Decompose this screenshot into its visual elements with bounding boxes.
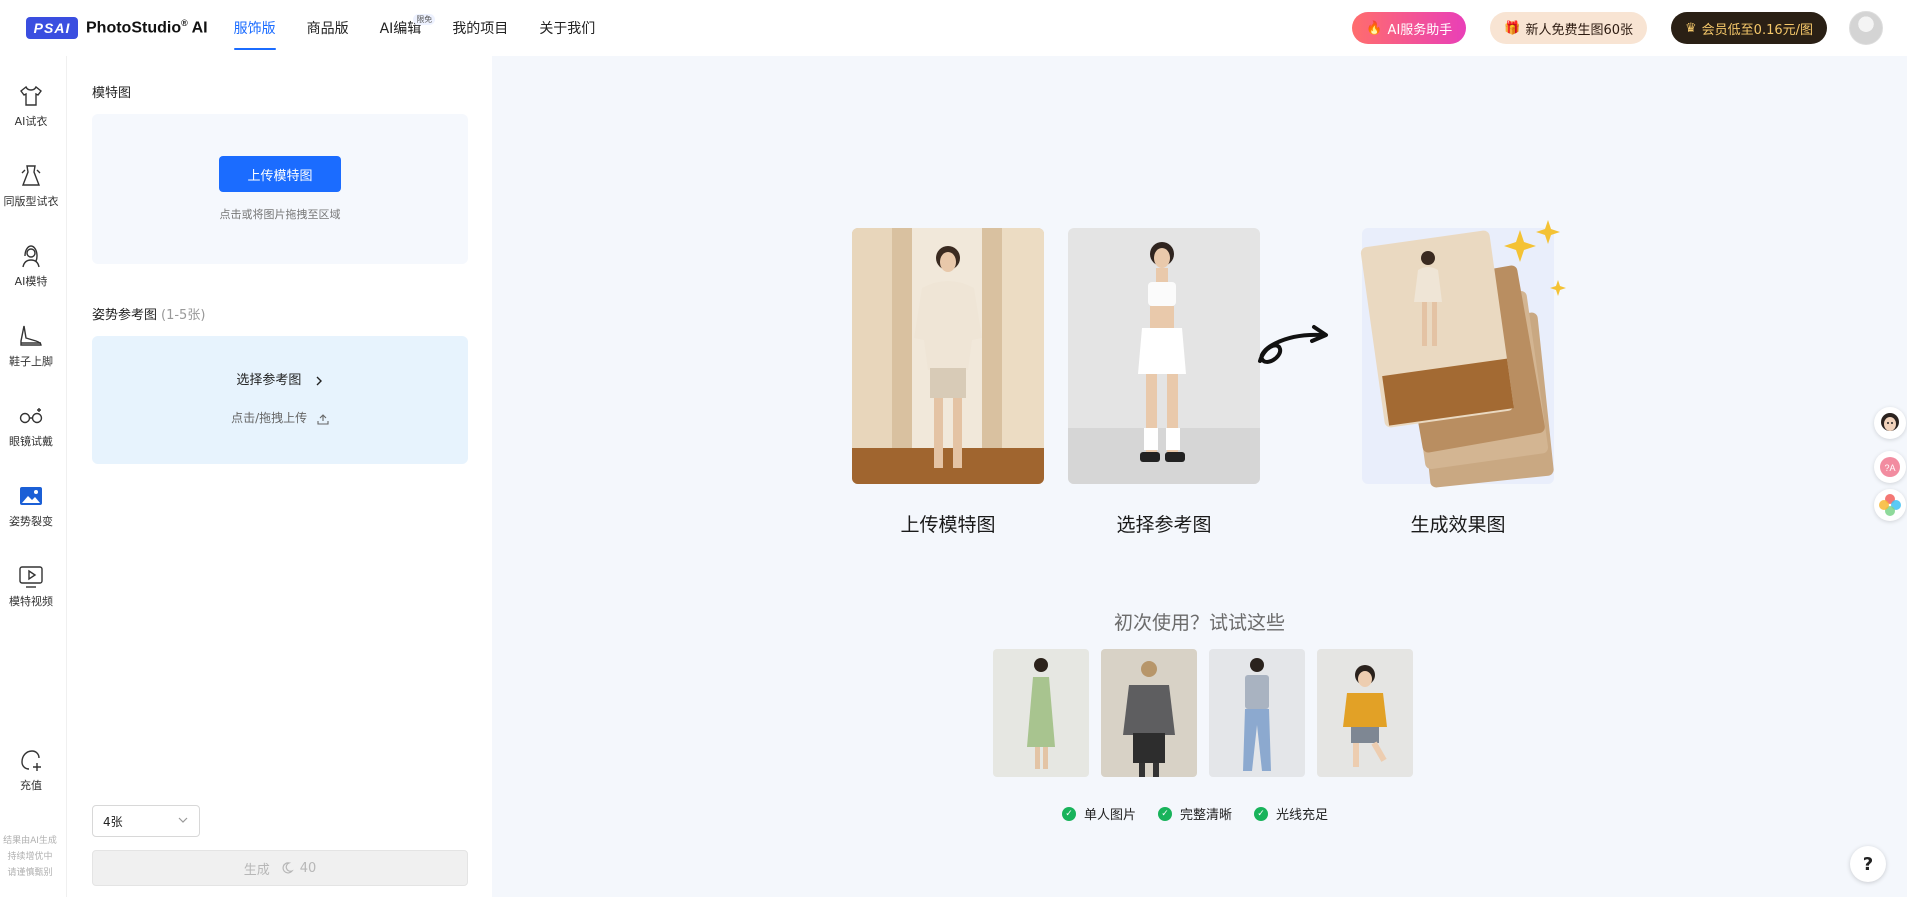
generate-button[interactable]: 生成 40 [92, 850, 468, 886]
model-section-title: 模特图 [92, 86, 132, 101]
upload-icon [317, 413, 329, 425]
vip-button[interactable]: ♛ 会员低至0.16元/图 [1671, 12, 1827, 44]
recharge-button[interactable]: 充值 [0, 746, 62, 793]
pose-reference-dropzone[interactable]: 选择参考图 点击/拖拽上传 [92, 336, 468, 464]
select-reference-button[interactable]: 选择参考图 [92, 369, 468, 388]
chevron-right-icon [316, 376, 322, 385]
check-icon: ✓ [1062, 806, 1076, 821]
gift-icon: 🎁 [1504, 20, 1521, 36]
shirt-icon [20, 85, 42, 106]
video-icon [19, 566, 43, 588]
help-button[interactable]: ? [1850, 846, 1886, 882]
crown-icon: ♛ [1685, 20, 1697, 36]
model-upload-dropzone[interactable]: 上传模特图 点击或将图片拖拽至区域 [92, 114, 468, 264]
step-result-images [1360, 220, 1566, 488]
chevron-down-icon [178, 817, 188, 823]
svg-text:?A: ?A [1884, 463, 1895, 473]
tool-sidebar: AI试衣 同版型试衣 AI模特 鞋子上脚 眼镜试戴 姿势裂变 模特视频 充值 结… [0, 58, 59, 897]
step1-label: 上传模特图 [900, 514, 996, 536]
sample-image-green-dress[interactable] [993, 649, 1089, 777]
nav-product[interactable]: 商品版 [307, 0, 349, 56]
nav-my-projects[interactable]: 我的项目 [452, 0, 508, 56]
settings-panel: 模特图 上传模特图 点击或将图片拖拽至区域 姿势参考图 (1-5张) 选择参考图 … [66, 56, 492, 897]
model-icon [22, 245, 40, 268]
step-upload-model-image [852, 228, 1044, 484]
image-count-select[interactable]: 4张 [92, 805, 200, 837]
dress-icon [21, 165, 41, 186]
sample-image-gray-cardigan[interactable] [1101, 649, 1197, 777]
check-icon: ✓ [1158, 806, 1173, 821]
recharge-icon [21, 750, 41, 771]
nav-apparel[interactable]: 服饰版 [233, 0, 276, 56]
requirement-lighting: ✓ 光线充足 [1254, 804, 1328, 823]
sample-image-kid-yellow[interactable] [1317, 649, 1413, 777]
drag-upload-hint: 点击/拖拽上传 [92, 409, 468, 426]
assistant-avatar-button[interactable] [1874, 407, 1906, 439]
apps-button[interactable] [1874, 489, 1906, 521]
sample-image-man-jeans[interactable] [1209, 649, 1305, 777]
image-requirements: ✓ 单人图片 ✓ 完整清晰 ✓ 光线充足 [1062, 804, 1350, 823]
requirement-single-person: ✓ 单人图片 [1062, 804, 1136, 823]
tool-glasses-tryon[interactable]: 眼镜试戴 [0, 402, 62, 449]
main-nav: 服饰版 商品版 AI编辑 限免 我的项目 关于我们 [233, 0, 627, 56]
try-samples-title: 初次使用？试试这些 [1113, 612, 1285, 634]
check-icon: ✓ [1254, 806, 1269, 821]
arrow-icon [1258, 325, 1328, 364]
feedback-icon: ?A [1880, 457, 1900, 477]
shoe-icon [20, 325, 42, 346]
ai-disclaimer: 结果由AI生成 持续增优中 请谨慎甄别 [3, 836, 57, 878]
upload-hint: 点击或将图片拖拽至区域 [219, 208, 341, 221]
free-gift-button[interactable]: 🎁 新人免费生图60张 [1490, 12, 1648, 44]
tool-ai-tryon[interactable]: AI试衣 [0, 82, 62, 129]
image-icon [20, 487, 42, 505]
requirement-clear: ✓ 完整清晰 [1158, 804, 1232, 823]
logo[interactable]: PSAI PhotoStudio® AI [26, 17, 208, 39]
glasses-icon [19, 408, 43, 424]
ai-helper-button[interactable]: 🔥 AI服务助手 [1352, 12, 1467, 44]
app-name: PhotoStudio® AI [86, 18, 208, 37]
question-icon: ? [1862, 853, 1874, 875]
upload-model-button[interactable]: 上传模特图 [219, 156, 341, 192]
logo-mark: PSAI [26, 17, 78, 39]
fire-icon: 🔥 [1366, 20, 1383, 36]
step-reference-image [1068, 228, 1260, 484]
nav-about[interactable]: 关于我们 [539, 0, 595, 56]
header-actions: 🔥 AI服务助手 🎁 新人免费生图60张 ♛ 会员低至0.16元/图 [1328, 11, 1883, 45]
nav-ai-edit[interactable]: AI编辑 限免 [380, 0, 436, 56]
tool-ai-model[interactable]: AI模特 [0, 242, 62, 289]
user-avatar[interactable] [1849, 11, 1883, 45]
step3-label: 生成效果图 [1410, 514, 1506, 536]
tool-pose-fission[interactable]: 姿势裂变 [0, 482, 62, 529]
tool-same-fit-tryon[interactable]: 同版型试衣 [0, 162, 62, 209]
top-header: PSAI PhotoStudio® AI 服饰版 商品版 AI编辑 限免 我的项目… [0, 0, 1907, 56]
tool-shoe-tryon[interactable]: 鞋子上脚 [0, 322, 62, 369]
tool-model-video[interactable]: 模特视频 [0, 562, 62, 609]
main-canvas: 上传模特图 选择参考图 生成效果图 初次使用？试试这些 ✓ 单人图片 ✓ 完整清… [492, 56, 1907, 897]
step2-label: 选择参考图 [1116, 514, 1212, 536]
pose-section-title: 姿势参考图 (1-5张) [92, 308, 206, 323]
moon-coin-icon [282, 862, 294, 874]
colorful-flower-icon [1879, 494, 1901, 516]
assistant-avatar-icon [1881, 413, 1899, 431]
feedback-button[interactable]: ?A [1874, 451, 1906, 483]
free-badge: 限免 [413, 14, 436, 25]
